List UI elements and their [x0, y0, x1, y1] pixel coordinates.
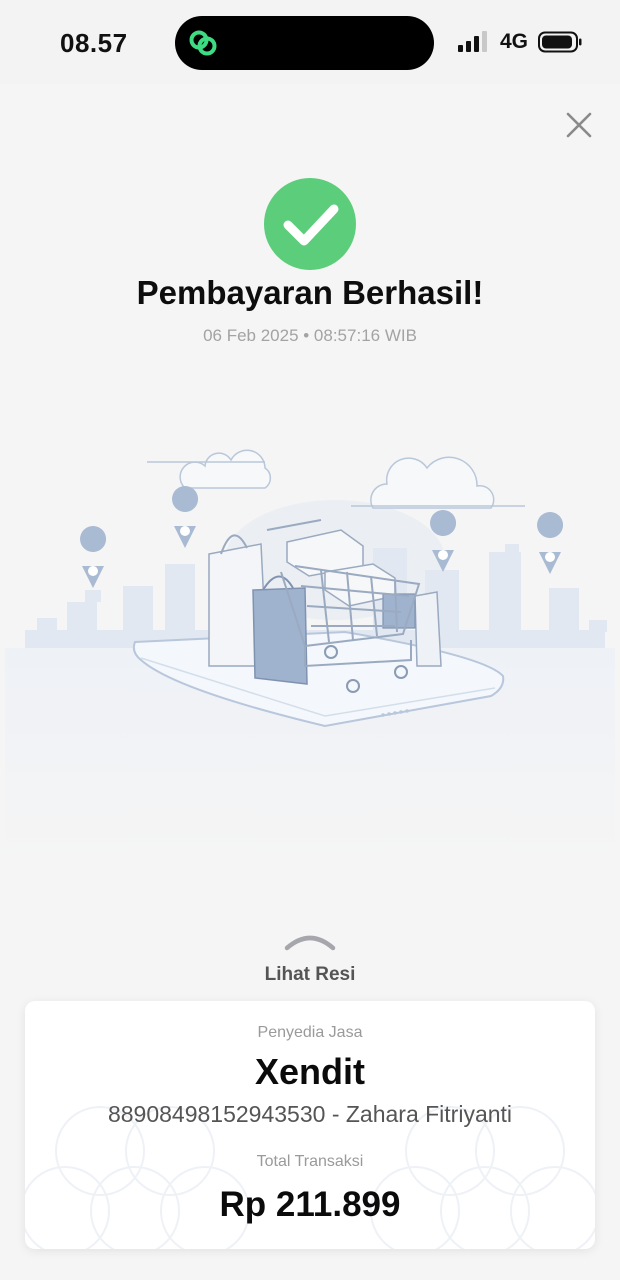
account-number: 88908498152943530 - Zahara Fitriyanti: [107, 1101, 513, 1127]
signal-icon: [457, 31, 487, 52]
status-indicators: 4G: [457, 30, 582, 54]
page-title: Pembayaran Berhasil!: [136, 274, 484, 311]
payment-datetime: 06 Feb 2025 • 08:57:16 WIB: [203, 326, 417, 345]
shopping-cart-illustration: [5, 449, 615, 860]
view-receipt-button[interactable]: Lihat Resi: [0, 964, 620, 986]
dynamic-island: [175, 16, 434, 70]
provider-label: Penyedia Jasa: [257, 1024, 363, 1041]
chevron-up-icon[interactable]: [284, 934, 336, 952]
battery-icon: [538, 31, 582, 53]
status-bar: 08.57 4G: [0, 0, 620, 84]
status-time: 08.57: [60, 28, 128, 58]
check-circle-icon: [264, 178, 356, 270]
network-type: 4G: [499, 30, 528, 53]
total-amount: Rp 211.899: [219, 1185, 401, 1224]
total-label: Total Transaksi: [256, 1153, 364, 1170]
provider-name: Xendit: [254, 1051, 365, 1092]
close-icon[interactable]: [564, 110, 594, 140]
receipt-card: Penyedia Jasa Xendit 88908498152943530 -…: [25, 1001, 595, 1249]
link-icon: [189, 30, 217, 56]
